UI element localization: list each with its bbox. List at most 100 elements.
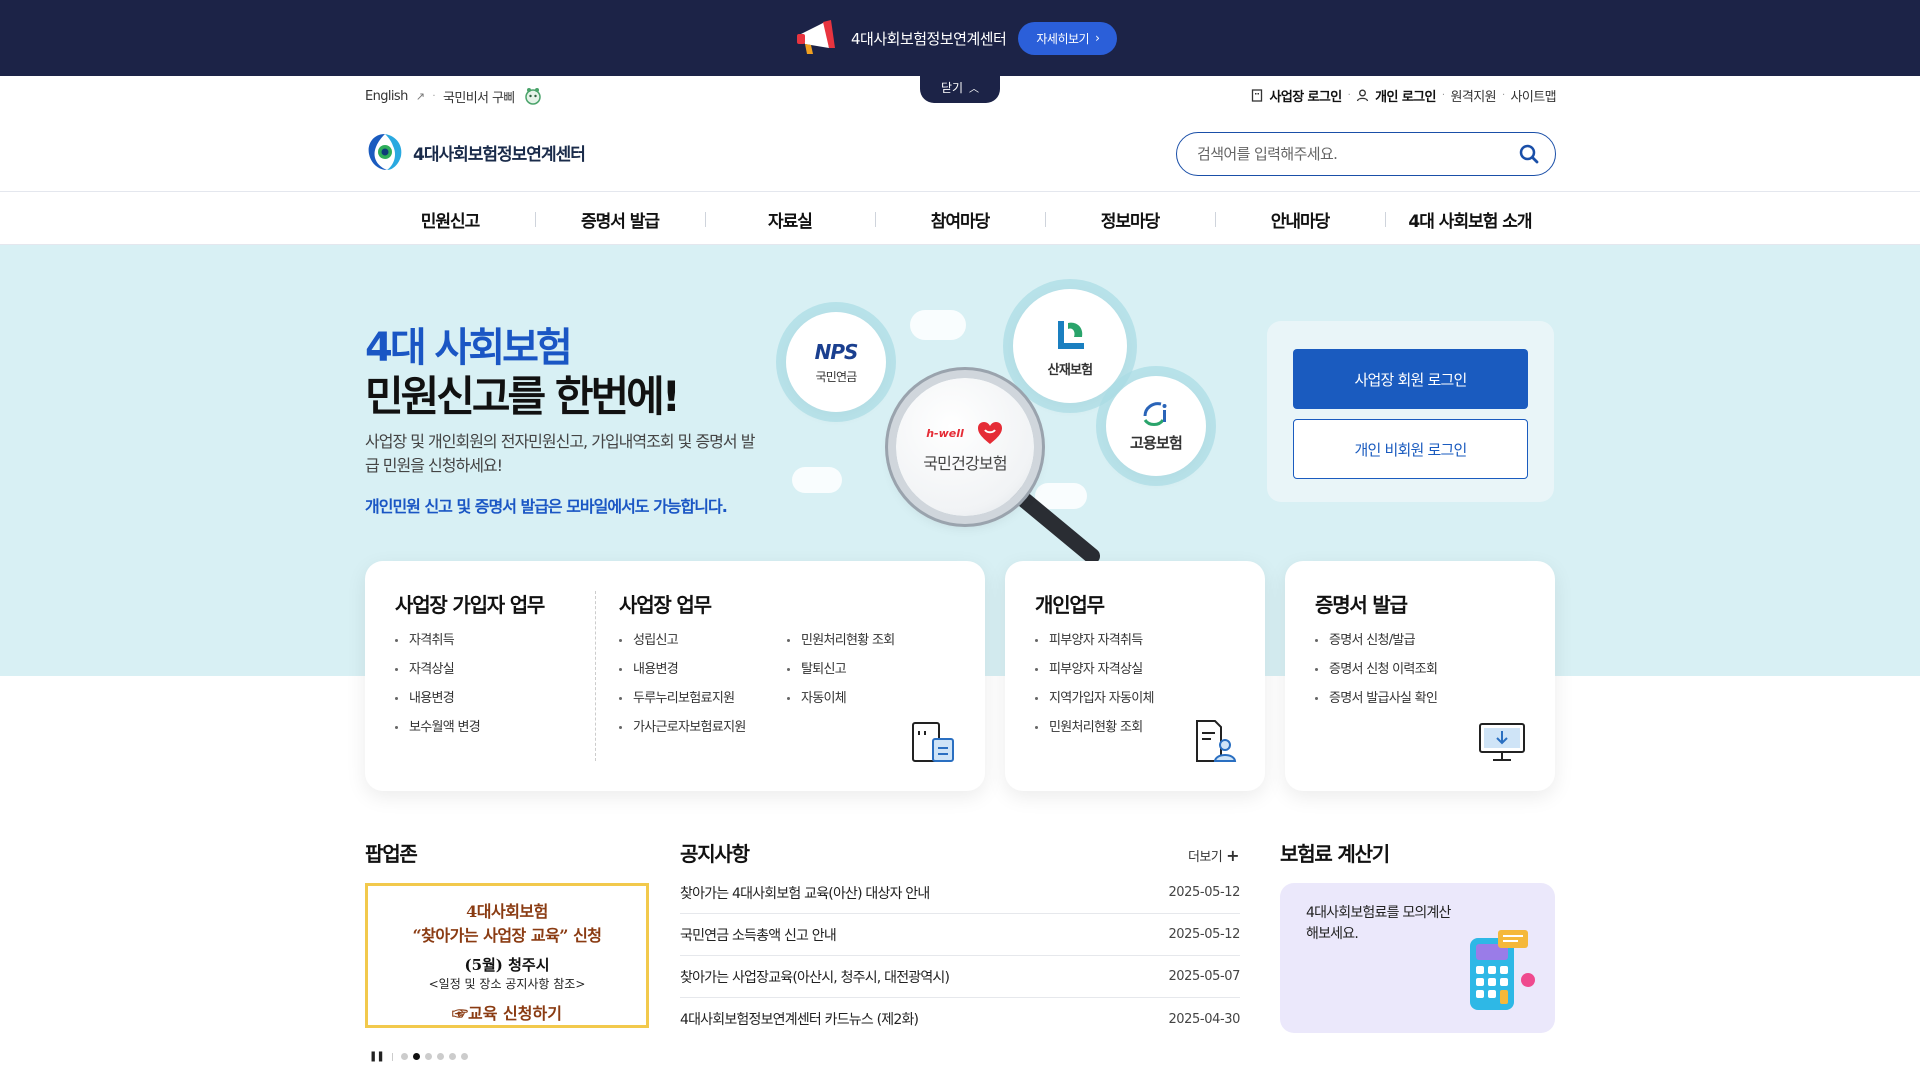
card-title-biz-member: 사업장 가입자 업무 [395,593,545,617]
card-title-personal: 개인업무 [1035,593,1105,617]
nhis-label: 국민건강보험 [923,454,1007,473]
card-title-cert: 증명서 발급 [1315,593,1408,617]
hero-description: 사업장 및 개인회원의 전자민원신고, 가입내역조회 및 증명서 발급 민원을 … [365,432,755,475]
list-item[interactable]: 자격취득 [395,626,480,655]
remote-support-link[interactable]: 원격지원 [1451,86,1497,105]
slider-dot[interactable] [424,1053,432,1060]
banner-line4: <일정 및 장소 공지사항 참조> [428,977,586,991]
search-icon[interactable] [1519,144,1539,164]
notice-row[interactable]: 4대사회보험정보연계센터 카드뉴스 (제2화) 2025-04-30 [680,998,1240,1040]
close-promo-button[interactable]: 닫기 ︿ [920,72,1000,103]
list-item[interactable]: 두루누리보험료지원 [619,684,746,713]
calculator-text: 4대사회보험료를 모의계산 해보세요. [1306,905,1451,942]
biz-list-col2: 민원처리현황 조회 탈퇴신고 자동이체 [787,626,895,713]
notice-row-title: 찾아가는 사업장교육(아산시, 청주시, 대전광역시) [680,969,950,986]
close-promo-label: 닫기 [940,81,964,95]
notice-row[interactable]: 찾아가는 사업장교육(아산시, 청주시, 대전광역시) 2025-05-07 [680,956,1240,998]
nav-item-archive[interactable]: 자료실 [705,192,875,246]
list-item[interactable]: 증명서 신청/발급 [1315,626,1437,655]
health-insurance-magnifier: h-well 국민건강보험 [896,378,1034,516]
nav-item-info[interactable]: 정보마당 [1045,192,1215,246]
logo-text: 4대사회보험정보연계센터 [413,144,586,165]
hero-mobile-notice: 개인민원 신고 및 증명서 발급은 모바일에서도 가능합니다. [365,497,728,516]
promo-bar: 4대사회보험정보연계센터 자세히보기 › [0,0,1920,76]
english-link[interactable]: English [365,89,408,104]
slider-dot[interactable] [436,1053,444,1060]
list-item[interactable]: 증명서 신청 이력조회 [1315,655,1438,684]
ind-login-link[interactable]: 개인 로그인 [1375,86,1436,105]
logo-mark-icon [368,134,402,170]
popup-zone-title: 팝업존 [365,842,418,866]
nps-label: 국민연금 [815,369,858,384]
gupi-mascot-icon [524,88,541,105]
chevron-up-icon: ︿ [969,84,980,95]
separator [391,1052,393,1061]
cloud-decoration [910,310,966,340]
slider-dot[interactable] [400,1053,408,1060]
nav-item-complaint[interactable]: 민원신고 [365,192,535,246]
list-item[interactable]: 민원처리현황 조회 [1035,713,1154,742]
notice-row-title: 국민연금 소득총액 신고 안내 [680,927,837,944]
nav-item-certificate[interactable]: 증명서 발급 [535,192,705,246]
utility-left: English ↗ · 국민비서 구삐 [365,86,543,106]
popup-banner[interactable]: 4대사회보험 “찾아가는 사업장 교육” 신청 (5월) 청주시 <일정 및 장… [365,883,649,1028]
banner-line3: (5월) 청주시 [464,956,550,974]
secretary-link[interactable]: 국민비서 구삐 [443,87,515,106]
list-item[interactable]: 내용변경 [619,655,746,684]
utility-right: 사업장 로그인 · 개인 로그인 · 원격지원 · 사이트맵 [1251,86,1557,105]
list-item[interactable]: 자격상실 [395,655,480,684]
individual-login-button[interactable]: 개인 비회원 로그인 [1293,419,1528,479]
list-item[interactable]: 자동이체 [787,684,895,713]
list-item[interactable]: 보수월액 변경 [395,713,481,742]
slider-dot[interactable] [448,1053,456,1060]
personal-document-icon [1196,720,1237,762]
industrial-accident-label: 산재보험 [1047,362,1093,378]
nav-item-guide[interactable]: 안내마당 [1215,192,1385,246]
certificate-card: 증명서 발급 증명서 신청/발급 증명서 신청 이력조회 증명서 발급사실 확인 [1285,561,1555,791]
banner-line2: “찾아가는 사업장 교육” 신청 [412,926,602,945]
notice-row-title: 찾아가는 4대사회보험 교육(아산) 대상자 안내 [680,885,930,902]
slider-dot[interactable] [460,1053,468,1060]
heart-icon [977,422,1002,444]
sitemap-link[interactable]: 사이트맵 [1511,86,1557,105]
nav-item-about[interactable]: 4대 사회보험 소개 [1385,192,1555,246]
biz-member-login-button[interactable]: 사업장 회원 로그인 [1293,349,1528,409]
list-item[interactable]: 피부양자 자격상실 [1035,655,1154,684]
list-item[interactable]: 탈퇴신고 [787,655,895,684]
notice-row-title: 4대사회보험정보연계센터 카드뉴스 (제2화) [680,1012,919,1028]
industrial-accident-circle: 산재보험 [1013,289,1127,403]
biz-login-link[interactable]: 사업장 로그인 [1269,86,1342,105]
business-document-icon [912,722,954,762]
notice-more-link[interactable]: 더보기 + [1188,846,1239,865]
nps-logo: NPS [814,339,859,364]
calculator-icon [1470,930,1535,1010]
pause-icon[interactable]: ❚❚ [369,1051,385,1062]
hero-title-line2: 민원신고를 한번에! [365,372,681,421]
login-panel: 사업장 회원 로그인 개인 비회원 로그인 [1267,321,1554,502]
biz-member-list: 자격취득 자격상실 내용변경 보수월액 변경 [395,626,481,742]
site-logo[interactable]: 4대사회보험정보연계센터 [365,132,586,172]
list-item[interactable]: 내용변경 [395,684,480,713]
card-divider [595,591,596,761]
list-item[interactable]: 가사근로자보험료지원 [619,713,746,742]
promo-detail-button[interactable]: 자세히보기 › [1018,21,1118,55]
list-item[interactable]: 성립신고 [619,626,746,655]
calculator-box[interactable]: 4대사회보험료를 모의계산 해보세요. [1280,883,1555,1033]
separator: · [1441,90,1445,101]
card-title-biz: 사업장 업무 [619,593,712,617]
list-item[interactable]: 피부양자 자격취득 [1035,626,1154,655]
notice-row[interactable]: 찾아가는 4대사회보험 교육(아산) 대상자 안내 2025-05-12 [680,872,1240,914]
list-item[interactable]: 민원처리현황 조회 [787,626,895,655]
chevron-right-icon: › [1095,31,1100,45]
notice-title: 공지사항 [680,842,750,866]
industrial-accident-logo-icon [1058,320,1084,349]
notice-row[interactable]: 국민연금 소득총액 신고 안내 2025-05-12 [680,914,1240,956]
slider-dot-active[interactable] [412,1053,420,1060]
plus-icon: + [1226,846,1239,865]
list-item[interactable]: 지역가입자 자동이체 [1035,684,1154,713]
list-item[interactable]: 증명서 발급사실 확인 [1315,684,1438,713]
nps-circle: NPS 국민연금 [786,312,886,412]
search-input[interactable] [1197,143,1497,165]
nav-item-participation[interactable]: 참여마당 [875,192,1045,246]
separator: · [432,90,435,102]
